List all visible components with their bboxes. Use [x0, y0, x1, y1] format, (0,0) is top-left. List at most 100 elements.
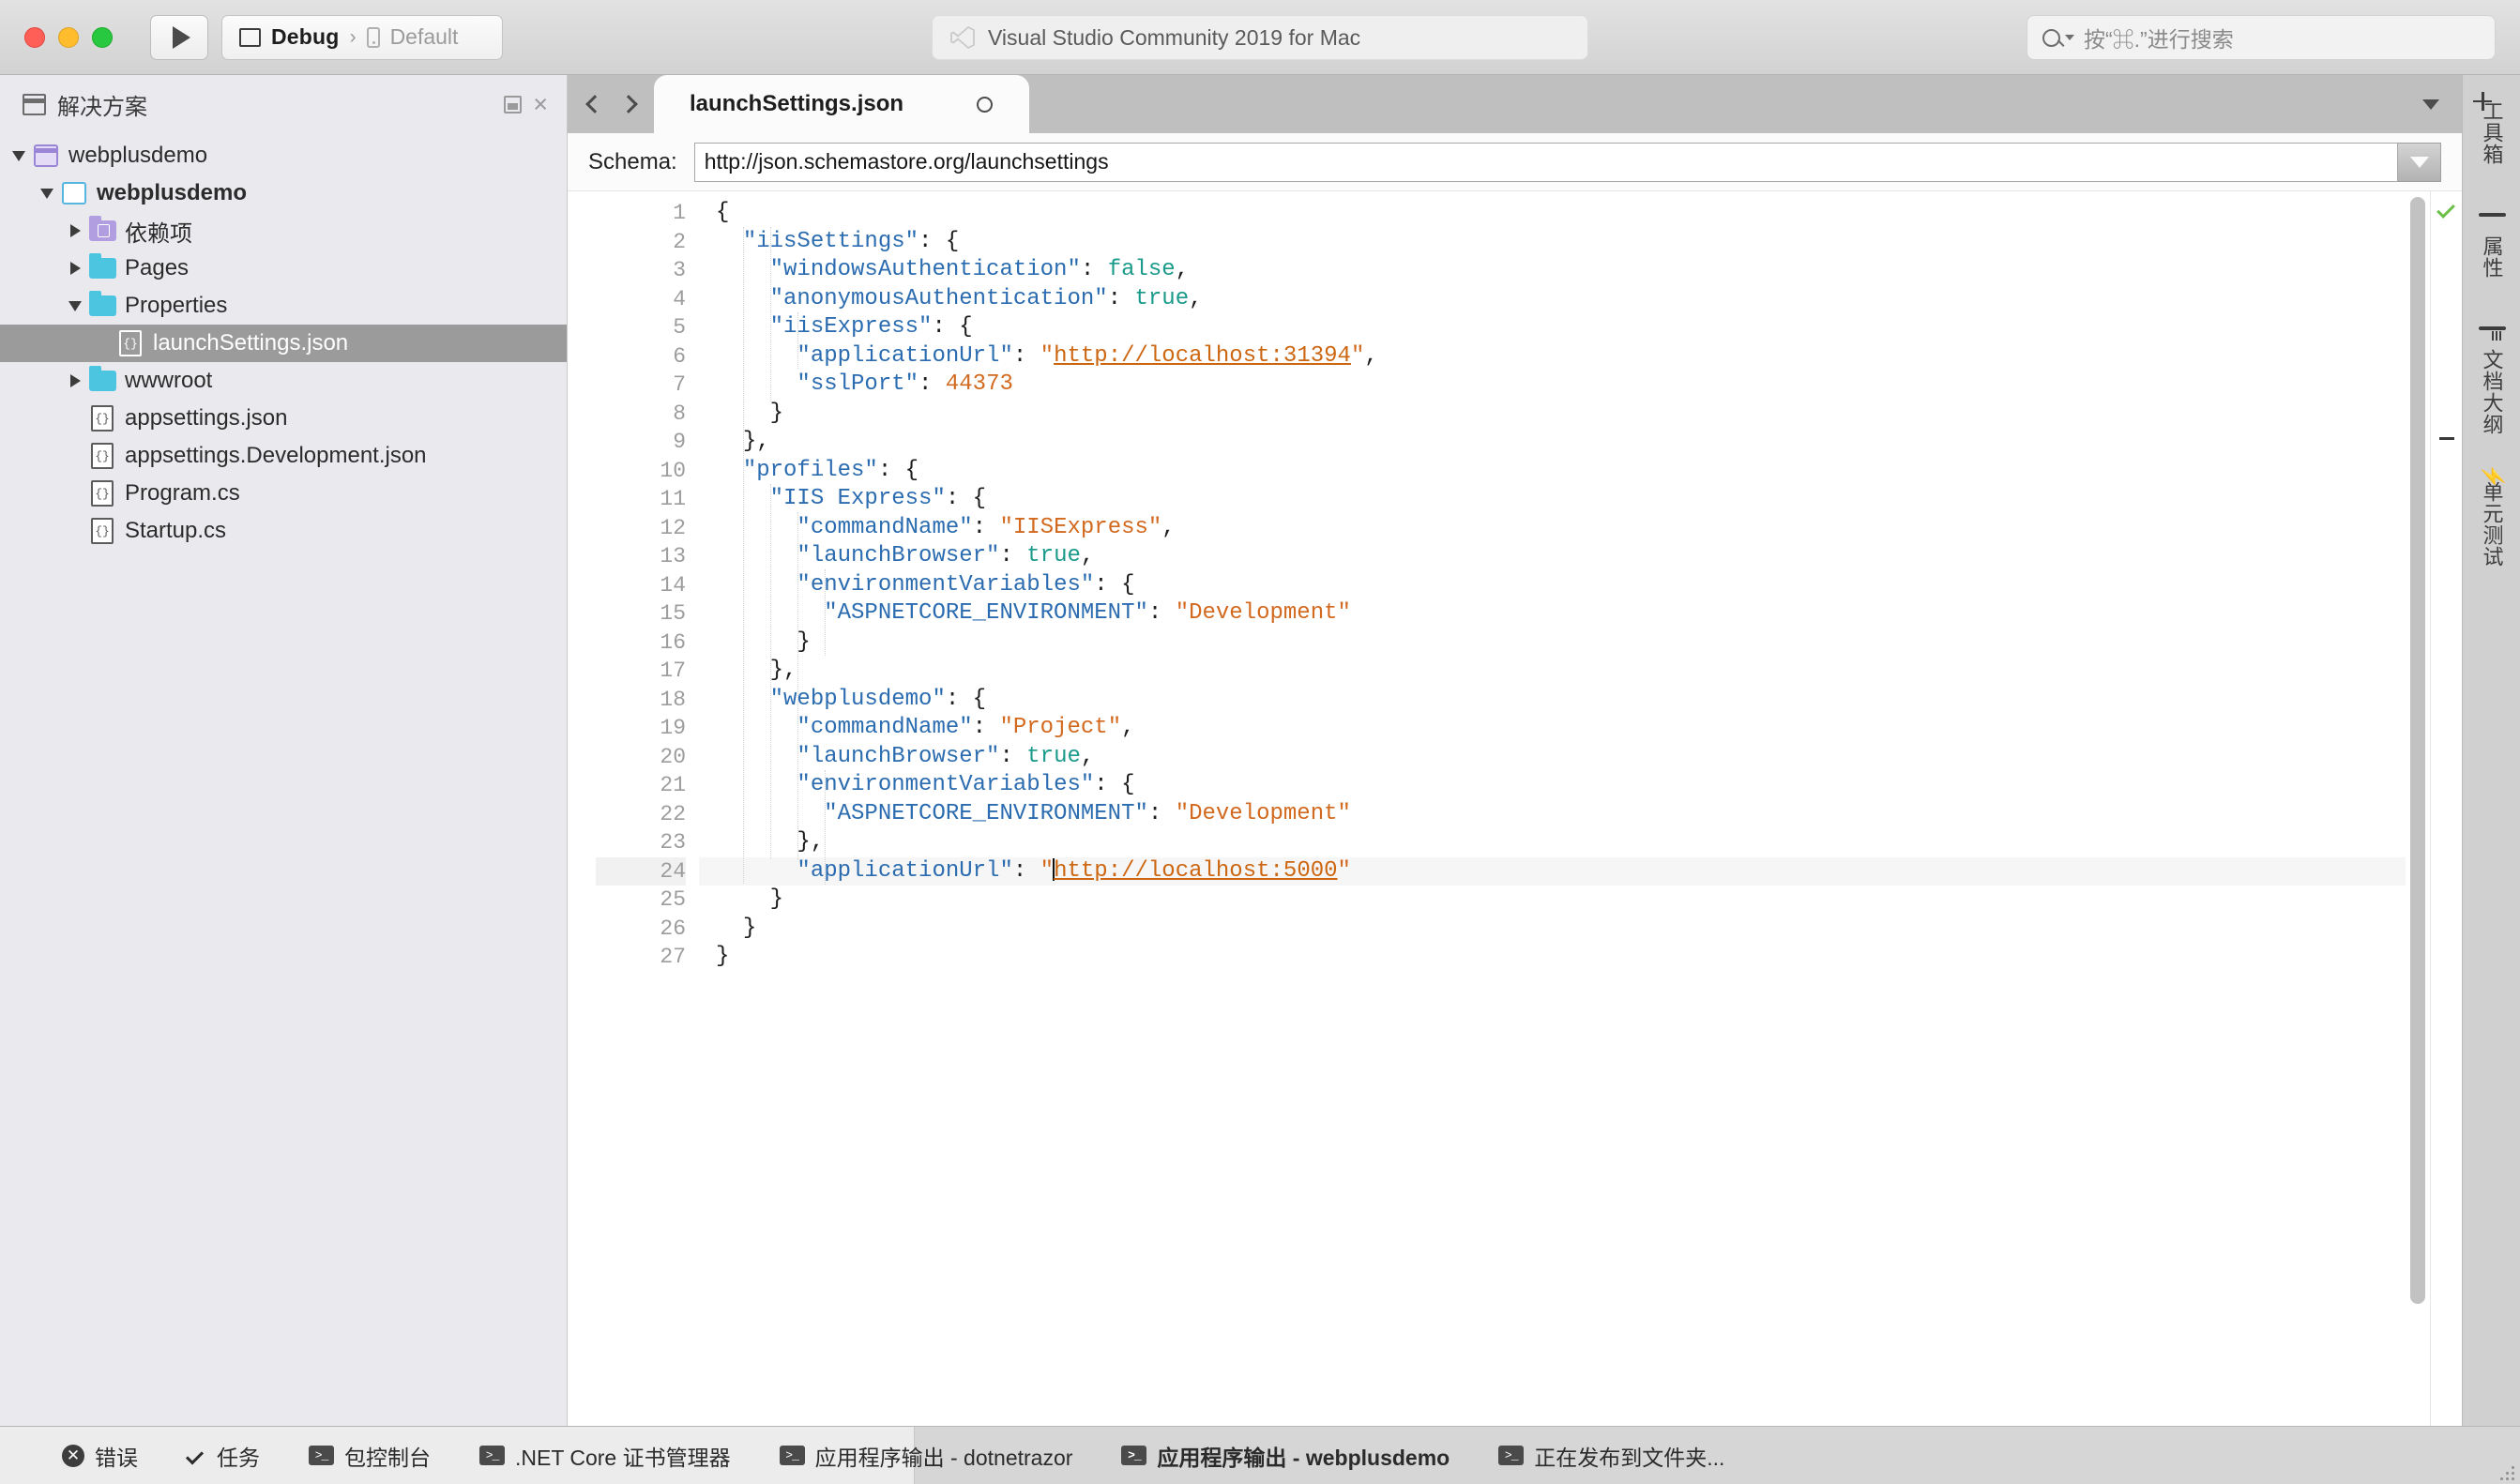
code-line[interactable]: "ASPNETCORE_ENVIRONMENT": "Development" [699, 599, 2406, 628]
pad-button-label: 应用程序输出 - dotnetrazor [814, 1445, 1073, 1470]
code-line[interactable]: { [699, 199, 2406, 228]
pad-button-label: 错误 [95, 1445, 138, 1470]
token-key: "anonymousAuthentication" [769, 285, 1108, 311]
code-line[interactable]: "iisSettings": { [699, 228, 2406, 257]
code-line[interactable]: "anonymousAuthentication": true, [699, 285, 2406, 314]
code-line[interactable]: } [699, 886, 2406, 915]
run-configuration-selector[interactable]: Debug › Default [221, 14, 503, 60]
token-bool: false [1107, 257, 1176, 282]
pad-button[interactable]: >_ .NET Core 证书管理器 [455, 1440, 755, 1472]
close-pad-icon[interactable]: × [533, 91, 548, 116]
tree-item-label: appsettings.json [125, 405, 288, 431]
rail-tab-properties[interactable]: 属性 [2477, 203, 2507, 279]
code-line[interactable]: } [699, 628, 2406, 658]
disclosure-triangle[interactable] [62, 262, 88, 275]
code-line[interactable]: "windowsAuthentication": false, [699, 256, 2406, 285]
token-key: "webplusdemo" [769, 686, 946, 712]
disclosure-triangle[interactable] [62, 224, 88, 237]
code-scroll-area[interactable]: 1 2 3 4 5 6 7 8 9 10 11 12 13 14 15 16 17 18 19 20 21 22 23 24 2… [568, 191, 2406, 1426]
close-window-button[interactable] [24, 26, 45, 48]
token-punct: : [972, 514, 1000, 540]
breakpoint-gutter[interactable] [568, 191, 596, 1426]
rail-tab-document-outline[interactable]: 文档大纲 [2477, 316, 2507, 435]
disclosure-open-icon[interactable] [68, 300, 82, 311]
global-search-box[interactable]: 按“⌘.”进行搜索 [2027, 15, 2496, 60]
disclosure-triangle[interactable] [6, 150, 32, 161]
pad-button[interactable]: >_ 应用程序输出 - dotnetrazor [755, 1440, 1098, 1472]
pad-button[interactable]: >_ 应用程序输出 - webplusdemo [1097, 1440, 1474, 1472]
tree-item-program-cs[interactable]: {} Program.cs [0, 475, 567, 512]
tree-item-webplusdemo[interactable]: webplusdemo [0, 137, 567, 174]
token-punct: } [769, 400, 784, 426]
minimize-window-button[interactable] [58, 26, 79, 48]
code-line[interactable]: } [699, 943, 2406, 972]
disclosure-triangle[interactable] [62, 374, 88, 387]
code-line[interactable]: "applicationUrl": "http://localhost:5000… [699, 856, 2406, 886]
disclosure-closed-icon[interactable] [69, 224, 81, 237]
code-line[interactable]: } [699, 400, 2406, 429]
code-line[interactable]: "commandName": "IISExpress", [699, 514, 2406, 543]
code-line[interactable]: "ASPNETCORE_ENVIRONMENT": "Development" [699, 800, 2406, 829]
line-number: 3 [673, 258, 686, 282]
disclosure-closed-icon[interactable] [69, 262, 81, 275]
disclosure-triangle[interactable] [62, 300, 88, 311]
code-line[interactable]: "webplusdemo": { [699, 686, 2406, 715]
code-line[interactable]: "environmentVariables": { [699, 771, 2406, 800]
rail-tab-toolbox[interactable]: 工具箱 [2477, 92, 2507, 165]
code-line[interactable]: "sslPort": 44373 [699, 371, 2406, 400]
tree-item-launchsettings-json[interactable]: {} launchSettings.json [0, 325, 567, 362]
disclosure-open-icon[interactable] [12, 150, 25, 161]
code-line[interactable]: "launchBrowser": true, [699, 743, 2406, 772]
tree-item-wwwroot[interactable]: wwwroot [0, 362, 567, 400]
rail-tab-unit-test[interactable]: 单元测试 [2477, 473, 2507, 568]
disclosure-triangle[interactable] [34, 188, 60, 199]
code-line[interactable]: "launchBrowser": true, [699, 542, 2406, 571]
editor-vertical-scrollbar[interactable] [2406, 191, 2430, 1426]
navigate-back-icon[interactable] [585, 95, 604, 114]
token-key: "environmentVariables" [797, 571, 1095, 598]
code-line[interactable]: "profiles": { [699, 457, 2406, 486]
code-line[interactable]: }, [699, 828, 2406, 857]
line-number: 24 [596, 856, 686, 886]
code-line[interactable]: }, [699, 657, 2406, 686]
window-resize-grip[interactable] [2497, 1463, 2514, 1480]
code-content[interactable]: { "iisSettings": { "windowsAuthenticatio… [699, 191, 2406, 1426]
tree-item-[interactable]: 依赖项 [0, 212, 567, 250]
scrollbar-thumb[interactable] [2410, 197, 2425, 1304]
console-icon: >_ [1498, 1446, 1525, 1465]
token-punct: : [972, 715, 1000, 740]
disclosure-open-icon[interactable] [40, 188, 53, 199]
zoom-window-button[interactable] [92, 26, 113, 48]
code-line[interactable]: }, [699, 428, 2406, 457]
code-fold-marker-icon[interactable] [2439, 437, 2454, 440]
pad-button[interactable]: 任务 [162, 1440, 284, 1472]
tab-launchsettings-json[interactable]: launchSettings.json [654, 75, 1029, 133]
tree-item-webplusdemo[interactable]: webplusdemo [0, 174, 567, 212]
code-line[interactable]: "applicationUrl": "http://localhost:3139… [699, 342, 2406, 371]
pad-button[interactable]: >_ 包控制台 [284, 1440, 455, 1472]
code-line[interactable]: } [699, 915, 2406, 944]
code-line[interactable]: "commandName": "Project", [699, 714, 2406, 743]
dock-pad-icon[interactable] [504, 95, 523, 114]
tree-item-pages[interactable]: Pages [0, 250, 567, 287]
tree-item-startup-cs[interactable]: {} Startup.cs [0, 512, 567, 550]
code-line[interactable]: "IIS Express": { [699, 485, 2406, 514]
schema-dropdown-button[interactable] [2398, 142, 2441, 182]
status-bar-center[interactable]: Visual Studio Community 2019 for Mac [932, 15, 1588, 60]
tab-overflow-menu[interactable] [2422, 75, 2462, 133]
project-icon [62, 182, 86, 204]
run-button[interactable] [150, 14, 208, 60]
solution-tree[interactable]: webplusdemo webplusdemo 依赖项 Pages Properties… [0, 133, 567, 1426]
disclosure-closed-icon[interactable] [69, 374, 81, 387]
code-line[interactable]: "environmentVariables": { [699, 571, 2406, 600]
unsaved-changes-icon[interactable] [977, 96, 994, 113]
tree-item-appsettings-json[interactable]: {} appsettings.json [0, 400, 567, 437]
navigate-forward-icon[interactable] [619, 95, 638, 114]
pad-button[interactable]: ✕ 错误 [38, 1440, 162, 1472]
editor-status-strip[interactable] [2430, 191, 2462, 1426]
pad-button[interactable]: >_ 正在发布到文件夹... [1474, 1440, 1749, 1472]
tree-item-properties[interactable]: Properties [0, 287, 567, 325]
code-line[interactable]: "iisExpress": { [699, 313, 2406, 342]
tree-item-appsettings-development-json[interactable]: {} appsettings.Development.json [0, 437, 567, 475]
schema-input[interactable]: http://json.schemastore.org/launchsettin… [693, 142, 2398, 182]
